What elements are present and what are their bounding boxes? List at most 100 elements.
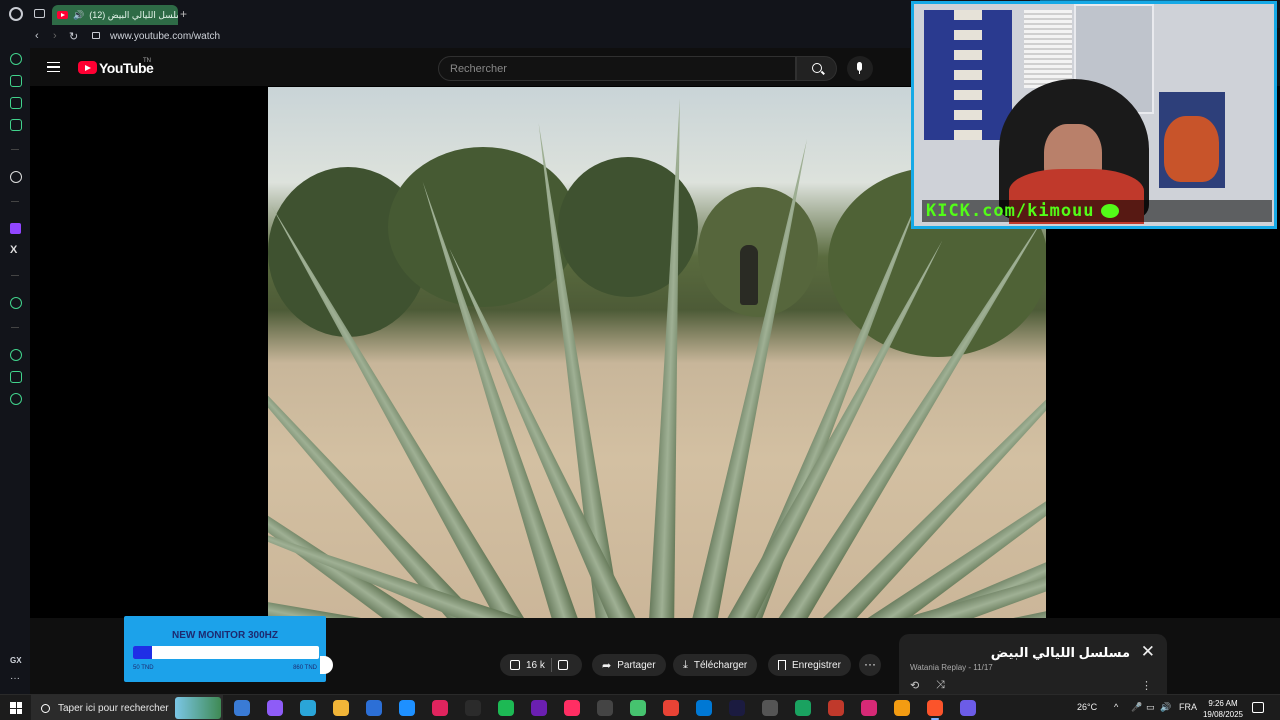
opera-icon[interactable]: [432, 700, 448, 716]
playlist-card[interactable]: مسلسل الليالي البيض Watania Replay - 11/…: [899, 634, 1167, 694]
settings-icon[interactable]: [10, 393, 22, 405]
chrome-icon[interactable]: [663, 700, 679, 716]
sidebar-aria-icon[interactable]: [10, 171, 22, 183]
taskbar-search-text: Taper ici pour rechercher: [58, 702, 169, 714]
sidebar-divider: [11, 275, 19, 276]
file-explorer-icon[interactable]: [333, 700, 349, 716]
new-tab-button[interactable]: +: [180, 7, 187, 21]
gx-label[interactable]: GX: [10, 656, 22, 665]
photos-icon[interactable]: [630, 700, 646, 716]
shuffle-icon[interactable]: ⤨: [936, 679, 945, 692]
opera-logo-icon[interactable]: [9, 7, 23, 21]
speaker-icon[interactable]: 🔊: [73, 10, 84, 21]
volume-icon[interactable]: 🔊: [1160, 702, 1171, 713]
kick-banner: KICK.com/kimouu: [922, 200, 1272, 222]
figure-shape: [740, 245, 758, 305]
download-button[interactable]: ⤓ Télécharger: [673, 654, 758, 676]
capcut-alt-icon[interactable]: [597, 700, 613, 716]
instagram-icon[interactable]: [861, 700, 877, 716]
kick-url-text: KICK.com/kimouu: [926, 201, 1095, 221]
url-field[interactable]: www.youtube.com/watch: [110, 31, 220, 42]
sidebar-m-icon[interactable]: [10, 119, 22, 131]
search-button[interactable]: [796, 56, 837, 81]
notification-icon[interactable]: [1252, 702, 1264, 713]
share-label: Partager: [617, 659, 656, 671]
twitch-icon[interactable]: [10, 223, 21, 234]
playlist-menu-icon[interactable]: ⋮: [1141, 679, 1152, 692]
blender-icon[interactable]: [894, 700, 910, 716]
goal-progress-fill: [133, 646, 152, 659]
sidebar-bag-icon[interactable]: [10, 75, 22, 87]
clock-time: 9:26 AM: [1208, 699, 1238, 708]
history-icon[interactable]: [10, 349, 22, 361]
like-count[interactable]: 16 k: [526, 660, 545, 671]
poster-face-shape: [1164, 116, 1219, 182]
copilot-icon[interactable]: [234, 700, 250, 716]
x-icon[interactable]: X: [10, 244, 17, 256]
extensions-icon[interactable]: [10, 371, 22, 383]
sidebar-refresh-icon[interactable]: [10, 53, 22, 65]
youtube-header: YouTube TN: [30, 50, 910, 86]
network-icon[interactable]: ▭: [1146, 702, 1155, 713]
kick-logo-icon: [1100, 204, 1119, 218]
language-indicator[interactable]: FRA: [1179, 702, 1197, 712]
search-box[interactable]: [438, 56, 796, 81]
loop-icon[interactable]: ⟲: [910, 679, 919, 692]
bookmark-icon: [778, 660, 786, 670]
forward-button[interactable]: ›: [53, 30, 57, 42]
dislike-icon[interactable]: [557, 660, 568, 670]
windows-taskbar: Taper ici pour rechercher 26°C ^ 🎤 ▭ 🔊 F…: [0, 694, 1280, 720]
capcut-icon[interactable]: [564, 700, 580, 716]
share-icon: ➦: [602, 659, 612, 672]
donation-goal-widget: NEW MONITOR 300HZ 50 TND 860 TND: [124, 616, 326, 682]
twitch-app-icon[interactable]: [960, 700, 976, 716]
goal-target: 860 TND: [293, 665, 317, 671]
settings-app-icon[interactable]: [762, 700, 778, 716]
goal-track: [133, 646, 319, 659]
store-icon[interactable]: [366, 700, 382, 716]
like-icon[interactable]: [510, 660, 520, 670]
brave-icon[interactable]: [927, 700, 943, 720]
tray-chevron-icon[interactable]: ^: [1114, 702, 1118, 712]
goal-current: 50 TND: [133, 665, 154, 671]
reload-button[interactable]: ↻: [69, 30, 78, 43]
spotify-icon[interactable]: [498, 700, 514, 716]
game2-icon[interactable]: [828, 700, 844, 716]
sidebar-play-icon[interactable]: [10, 297, 22, 309]
back-button[interactable]: ‹: [35, 30, 39, 42]
edge-icon[interactable]: [300, 700, 316, 716]
clock[interactable]: 9:26 AM 19/08/2025: [1201, 698, 1245, 720]
taskbar-search[interactable]: Taper ici pour rechercher: [31, 695, 223, 720]
menu-icon[interactable]: [47, 62, 60, 72]
kick-webcam-overlay: KICK.com/kimouu: [911, 1, 1277, 229]
download-icon: ⤓: [683, 658, 688, 671]
mic-icon[interactable]: [847, 56, 873, 81]
color-app-icon[interactable]: [267, 700, 283, 716]
playlist-title[interactable]: مسلسل الليالي البيض: [991, 645, 1130, 661]
close-icon[interactable]: ✕: [1141, 642, 1155, 662]
sidebar-divider: [11, 201, 19, 202]
windows-start-icon[interactable]: [10, 702, 22, 714]
save-button[interactable]: Enregistrer: [768, 654, 851, 676]
address-bar: ‹ › ↻ www.youtube.com/watch: [30, 28, 910, 48]
vscode-icon[interactable]: [696, 700, 712, 716]
terminal-icon[interactable]: [795, 700, 811, 716]
tab-youtube[interactable]: 🔊 (12) مسلسل الليالي البيض: [52, 5, 178, 25]
more-actions-button[interactable]: ···: [859, 654, 881, 676]
youtube-logo-icon[interactable]: [78, 61, 97, 74]
mic-tray-icon[interactable]: 🎤: [1131, 702, 1142, 713]
sidebar-more-icon[interactable]: ···: [10, 673, 20, 684]
davinci-icon[interactable]: [531, 700, 547, 716]
search-icon: [812, 63, 822, 73]
tree-shape: [698, 187, 818, 317]
outlook-icon[interactable]: [399, 700, 415, 716]
tabs-icon[interactable]: [34, 9, 45, 18]
obs-icon[interactable]: [465, 700, 481, 716]
share-button[interactable]: ➦ Partager: [592, 654, 666, 676]
opera-sidebar: X GX ···: [0, 28, 30, 694]
sidebar-player-icon[interactable]: [10, 97, 22, 109]
search-input[interactable]: [439, 57, 795, 80]
window-shape: [1024, 10, 1072, 88]
weather-text[interactable]: 26°C: [1077, 702, 1097, 712]
game-app-icon[interactable]: [729, 700, 745, 716]
